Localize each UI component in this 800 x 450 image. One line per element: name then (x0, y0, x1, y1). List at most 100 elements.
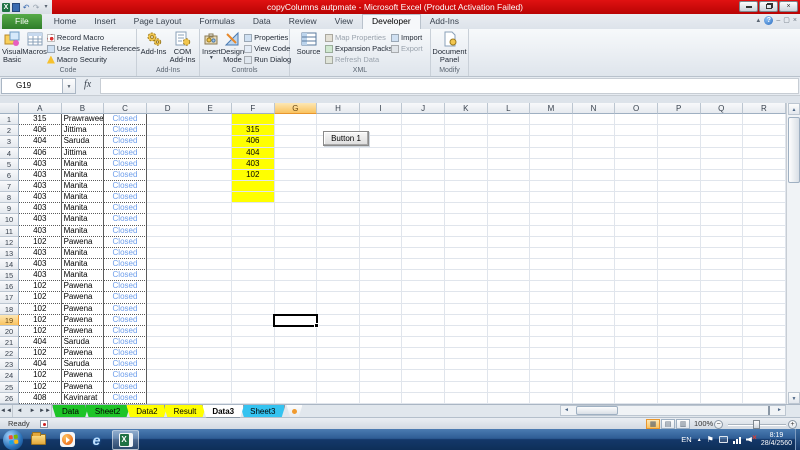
cell-F8[interactable] (232, 192, 275, 203)
cell-E12[interactable] (189, 237, 232, 248)
start-orb-icon[interactable] (3, 430, 23, 450)
cell-C6[interactable]: Closed (104, 170, 147, 181)
cell-E1[interactable] (189, 114, 232, 125)
cell-C26[interactable]: Closed (104, 393, 147, 404)
export-button[interactable]: Export (391, 43, 423, 54)
cell-H6[interactable] (317, 170, 360, 181)
cell-L25[interactable] (488, 382, 531, 393)
cell-N2[interactable] (573, 125, 616, 136)
cell-L4[interactable] (488, 148, 531, 159)
cell-O20[interactable] (615, 326, 658, 337)
taskbar-explorer-button[interactable] (25, 430, 52, 450)
cell-L21[interactable] (488, 337, 531, 348)
column-header-M[interactable]: M (530, 103, 573, 114)
row-header-17[interactable]: 17 (0, 292, 19, 303)
cell-H23[interactable] (317, 359, 360, 370)
cell-C17[interactable]: Closed (104, 292, 147, 303)
cell-A12[interactable]: 102 (19, 237, 62, 248)
cell-C12[interactable]: Closed (104, 237, 147, 248)
cell-J10[interactable] (402, 214, 445, 225)
cell-F9[interactable] (232, 203, 275, 214)
cell-B26[interactable]: Kavinarat (62, 393, 105, 404)
sheet-tab-data3[interactable]: Data3 (202, 405, 244, 418)
design-mode-button[interactable]: Design Mode (221, 31, 244, 67)
cell-L17[interactable] (488, 292, 531, 303)
cell-R17[interactable] (743, 292, 786, 303)
tab-split-handle[interactable] (768, 406, 773, 415)
cell-L2[interactable] (488, 125, 531, 136)
cell-L1[interactable] (488, 114, 531, 125)
cell-P25[interactable] (658, 382, 701, 393)
cell-L9[interactable] (488, 203, 531, 214)
cell-H4[interactable] (317, 148, 360, 159)
cell-H8[interactable] (317, 192, 360, 203)
cell-G22[interactable] (275, 348, 318, 359)
cell-M17[interactable] (530, 292, 573, 303)
show-desktop-button[interactable] (795, 429, 800, 450)
row-header-20[interactable]: 20 (0, 326, 19, 337)
cell-A8[interactable]: 403 (19, 192, 62, 203)
cell-H16[interactable] (317, 281, 360, 292)
insert-control-button[interactable]: Insert ▼ (202, 31, 221, 67)
cell-O16[interactable] (615, 281, 658, 292)
cell-E8[interactable] (189, 192, 232, 203)
cell-F21[interactable] (232, 337, 275, 348)
cell-Q20[interactable] (701, 326, 744, 337)
cell-P9[interactable] (658, 203, 701, 214)
cell-H26[interactable] (317, 393, 360, 404)
cell-P6[interactable] (658, 170, 701, 181)
cell-N19[interactable] (573, 315, 616, 326)
cell-B11[interactable]: Manita (62, 226, 105, 237)
source-button[interactable]: Source (292, 31, 325, 67)
cell-J8[interactable] (402, 192, 445, 203)
cell-B13[interactable]: Manita (62, 248, 105, 259)
cell-H11[interactable] (317, 226, 360, 237)
cell-L16[interactable] (488, 281, 531, 292)
cell-O14[interactable] (615, 259, 658, 270)
cell-M15[interactable] (530, 270, 573, 281)
cell-D10[interactable] (147, 214, 190, 225)
cell-R15[interactable] (743, 270, 786, 281)
cell-N24[interactable] (573, 370, 616, 381)
cell-F6[interactable]: 102 (232, 170, 275, 181)
cell-H5[interactable] (317, 159, 360, 170)
cell-O12[interactable] (615, 237, 658, 248)
redo-icon[interactable]: ↷ (32, 3, 40, 12)
cell-E22[interactable] (189, 348, 232, 359)
cell-M3[interactable] (530, 136, 573, 147)
cell-F25[interactable] (232, 382, 275, 393)
cell-I12[interactable] (360, 237, 403, 248)
cell-Q6[interactable] (701, 170, 744, 181)
macro-record-icon[interactable] (40, 420, 48, 428)
cell-O5[interactable] (615, 159, 658, 170)
cell-C18[interactable]: Closed (104, 304, 147, 315)
cell-D8[interactable] (147, 192, 190, 203)
cell-E19[interactable] (189, 315, 232, 326)
cell-B25[interactable]: Pawena (62, 382, 105, 393)
cell-N13[interactable] (573, 248, 616, 259)
taskbar-excel-button[interactable] (112, 430, 139, 450)
cell-D12[interactable] (147, 237, 190, 248)
cell-E6[interactable] (189, 170, 232, 181)
cell-I18[interactable] (360, 304, 403, 315)
cell-B21[interactable]: Saruda (62, 337, 105, 348)
cell-F4[interactable]: 404 (232, 148, 275, 159)
cell-Q11[interactable] (701, 226, 744, 237)
cell-R21[interactable] (743, 337, 786, 348)
cell-B16[interactable]: Pawena (62, 281, 105, 292)
cell-M23[interactable] (530, 359, 573, 370)
cell-J1[interactable] (402, 114, 445, 125)
refresh-data-button[interactable]: Refresh Data (325, 54, 391, 65)
row-header-9[interactable]: 9 (0, 203, 19, 214)
workbook-minimize-icon[interactable]: – (776, 16, 780, 25)
cell-P10[interactable] (658, 214, 701, 225)
cell-G4[interactable] (275, 148, 318, 159)
cell-B2[interactable]: Jittima (62, 125, 105, 136)
ribbon-tab-add-ins[interactable]: Add-Ins (421, 14, 468, 29)
input-indicator-icon[interactable] (719, 436, 728, 443)
cell-M5[interactable] (530, 159, 573, 170)
cell-I19[interactable] (360, 315, 403, 326)
cell-D17[interactable] (147, 292, 190, 303)
cell-P17[interactable] (658, 292, 701, 303)
cell-F16[interactable] (232, 281, 275, 292)
